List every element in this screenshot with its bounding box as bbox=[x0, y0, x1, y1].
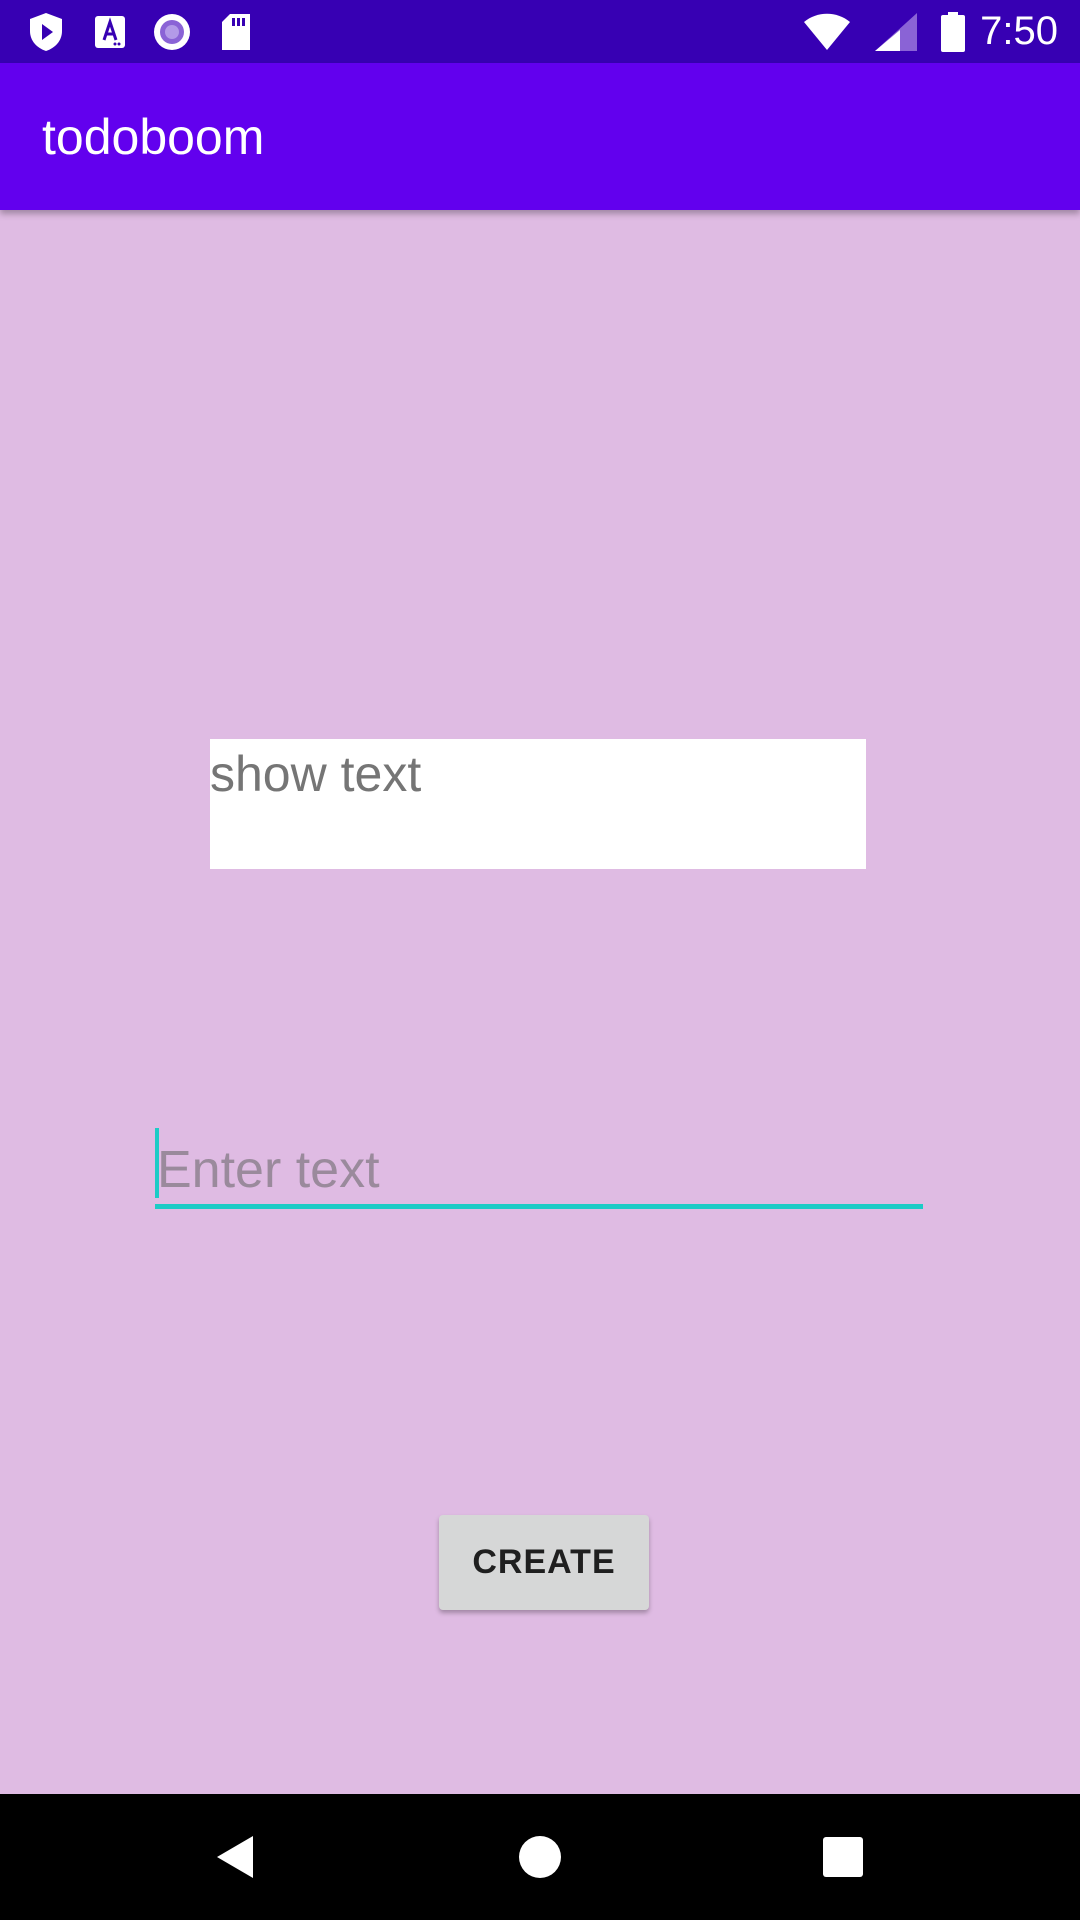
create-button[interactable]: CREATE bbox=[439, 1515, 649, 1610]
battery-icon bbox=[938, 12, 968, 52]
circle-dot-icon bbox=[152, 12, 192, 52]
display-text-box: show text bbox=[210, 739, 866, 869]
text-field[interactable] bbox=[155, 1125, 923, 1210]
home-icon[interactable] bbox=[505, 1822, 575, 1892]
text-cursor bbox=[155, 1128, 159, 1198]
sd-card-icon bbox=[216, 12, 256, 52]
play-shield-icon bbox=[26, 12, 66, 52]
signal-icon bbox=[872, 12, 920, 52]
status-time: 7:50 bbox=[980, 9, 1058, 53]
back-icon[interactable] bbox=[200, 1822, 270, 1892]
wifi-icon bbox=[802, 12, 852, 52]
recents-icon[interactable] bbox=[808, 1822, 878, 1892]
app-bar: todoboom bbox=[0, 63, 1080, 210]
status-bar: 7:50 bbox=[0, 0, 1080, 63]
text-input[interactable] bbox=[155, 1125, 923, 1210]
font-a-icon bbox=[90, 12, 130, 52]
nav-bar bbox=[0, 1794, 1080, 1920]
app-title: todoboom bbox=[42, 109, 265, 165]
display-text: show text bbox=[210, 746, 422, 802]
text-field-underline bbox=[155, 1204, 923, 1209]
